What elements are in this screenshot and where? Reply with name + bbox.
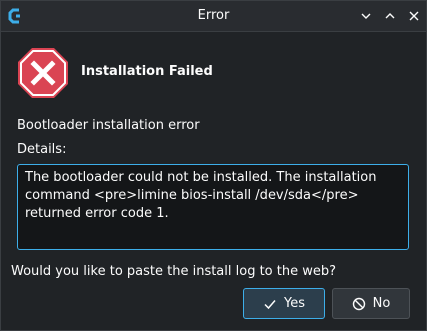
error-dialog-window: Error Installation Failed Bootloader ins… — [0, 0, 427, 331]
check-icon — [263, 297, 277, 311]
no-button[interactable]: No — [332, 288, 410, 319]
error-message: Bootloader installation error — [17, 118, 200, 133]
maximize-button[interactable] — [380, 6, 400, 26]
yes-button[interactable]: Yes — [243, 288, 325, 319]
yes-button-label: Yes — [284, 296, 305, 311]
no-button-label: No — [372, 296, 391, 311]
chevron-down-icon — [360, 7, 372, 26]
no-entry-icon — [352, 297, 366, 311]
close-icon — [408, 7, 420, 26]
title-bar[interactable]: Error — [1, 1, 426, 32]
paste-log-question: Would you like to paste the install log … — [11, 264, 337, 279]
minimize-button[interactable] — [356, 6, 376, 26]
details-text-area[interactable]: The bootloader could not be installed. T… — [17, 164, 409, 250]
dialog-heading: Installation Failed — [81, 64, 213, 79]
details-label: Details: — [17, 142, 67, 157]
chevron-up-icon — [384, 7, 396, 26]
error-stop-icon — [17, 47, 69, 99]
close-button[interactable] — [404, 6, 424, 26]
